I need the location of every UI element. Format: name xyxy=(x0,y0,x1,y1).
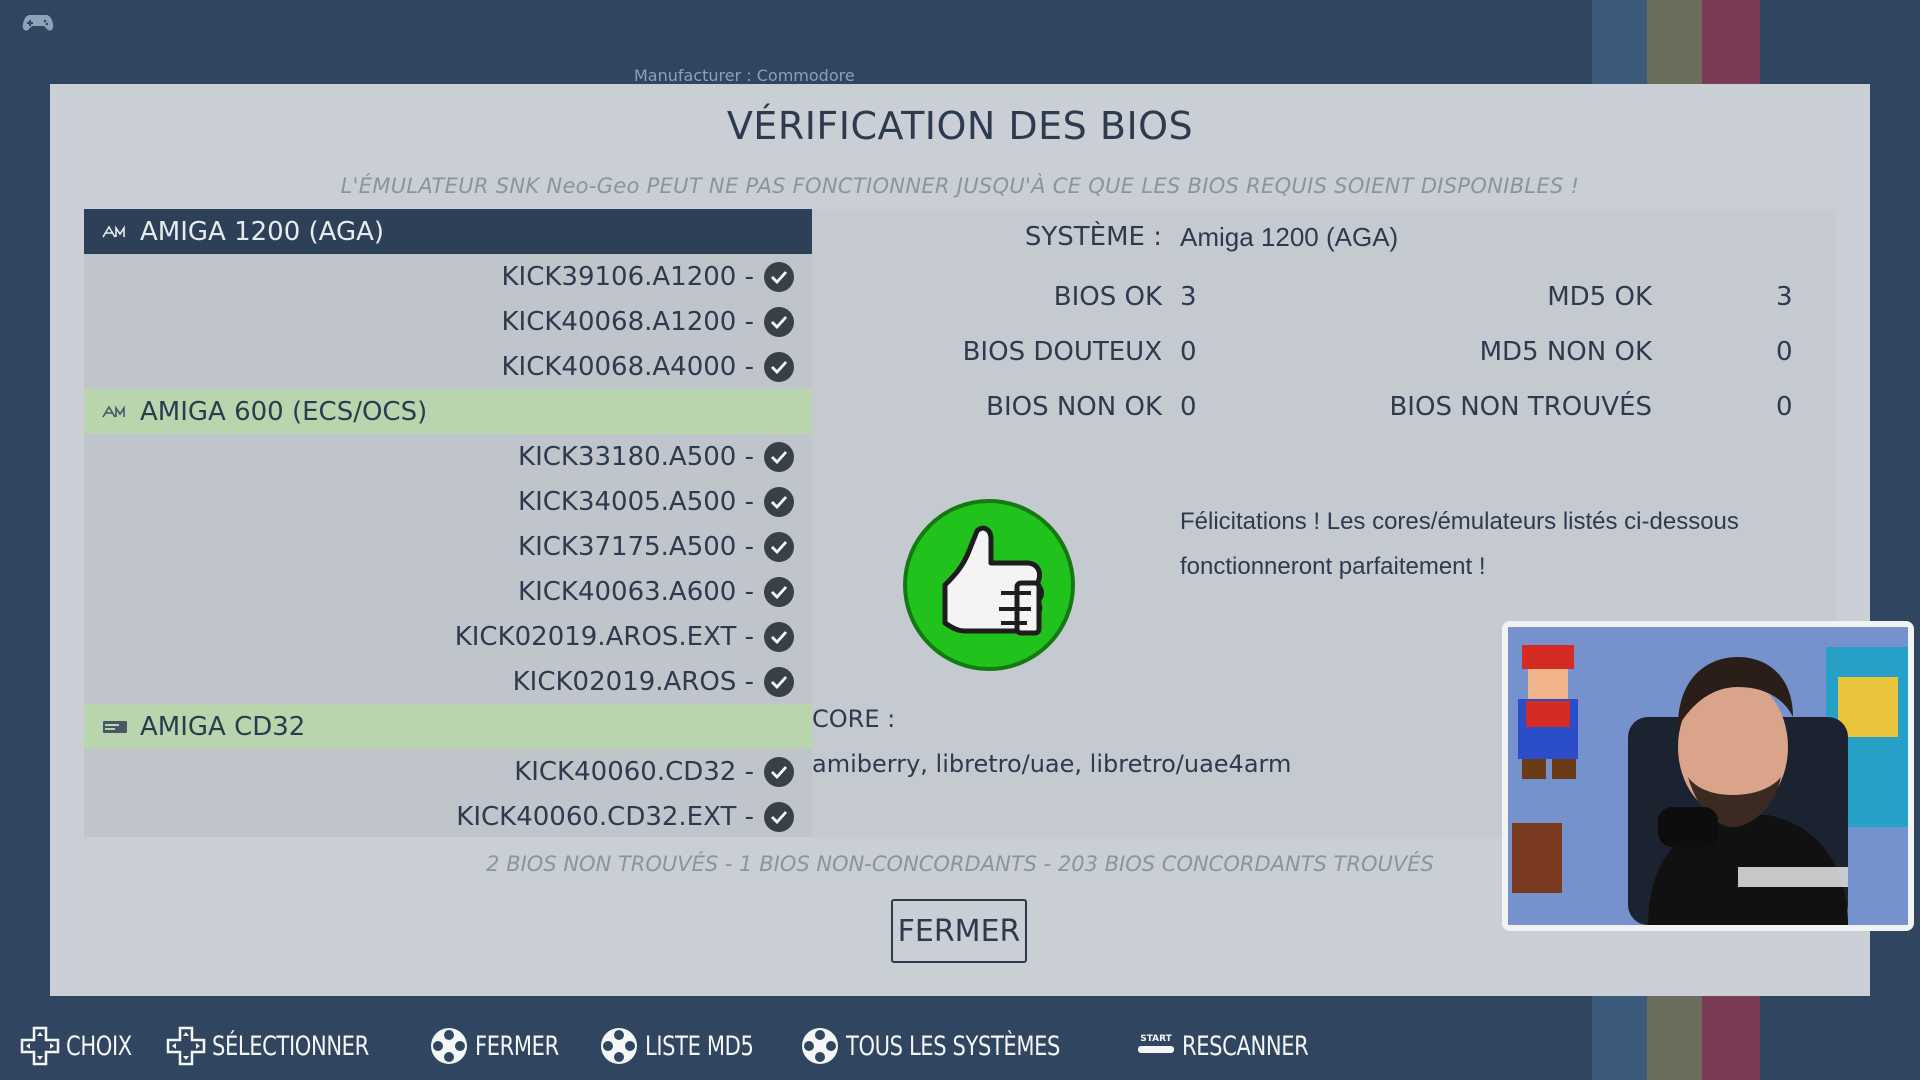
md5-ok-label: MD5 OK xyxy=(1547,282,1652,312)
congrats-line: fonctionneront parfaitement ! xyxy=(1180,553,1486,580)
system-header-amiga-cd32[interactable]: AMIGA CD32 xyxy=(84,704,812,749)
core-value: amiberry, libretro/uae, libretro/uae4arm xyxy=(812,750,1292,778)
system-header-amiga-1200[interactable]: AMIGA 1200 (AGA) xyxy=(84,209,812,254)
bios-row[interactable]: KICK37175.A500 - xyxy=(84,524,812,569)
md5-ok-value: 3 xyxy=(1776,282,1793,312)
congrats-line: Félicitations ! Les cores/émulateurs lis… xyxy=(1180,508,1739,535)
bios-row[interactable]: KICK33180.A500 - xyxy=(84,434,812,479)
help-bar: CHOIX SÉLECTIONNER FERMER LISTE MD5 TOUS… xyxy=(20,1024,1360,1068)
check-icon xyxy=(764,486,794,517)
check-icon xyxy=(764,801,794,832)
help-label: FERMER xyxy=(475,1030,560,1062)
md5-non-ok-value: 0 xyxy=(1776,337,1793,367)
bios-name: KICK40060.CD32.EXT - xyxy=(456,801,754,832)
congrats-message: Félicitations ! Les cores/émulateurs lis… xyxy=(1180,499,1780,589)
help-item-rescanner: START RESCANNER xyxy=(1136,1026,1344,1066)
bios-row[interactable]: KICK02019.AROS.EXT - xyxy=(84,614,812,659)
help-label: CHOIX xyxy=(66,1030,132,1062)
help-item-selectionner: SÉLECTIONNER xyxy=(166,1026,413,1066)
help-label: SÉLECTIONNER xyxy=(212,1030,370,1062)
system-name: AMIGA 1200 (AGA) xyxy=(140,216,385,247)
system-list[interactable]: AMIGA 1200 (AGA) KICK39106.A1200 - KICK4… xyxy=(84,209,812,837)
help-item-fermer: FERMER xyxy=(429,1026,582,1066)
start-icon: START xyxy=(1138,1034,1175,1053)
check-icon xyxy=(764,351,794,382)
close-button[interactable]: FERMER xyxy=(891,899,1027,963)
check-icon xyxy=(764,531,794,562)
system-name: AMIGA 600 (ECS/OCS) xyxy=(140,396,428,427)
md5-non-ok-label: MD5 NON OK xyxy=(1479,337,1652,367)
check-icon xyxy=(764,621,794,652)
bios-row[interactable]: KICK39106.A1200 - xyxy=(84,254,812,299)
help-item-liste-md5: LISTE MD5 xyxy=(599,1026,784,1066)
core-label: CORE : xyxy=(812,705,896,733)
bios-row[interactable]: KICK40068.A4000 - xyxy=(84,344,812,389)
check-icon xyxy=(764,756,794,787)
cd32-console-icon xyxy=(103,720,127,733)
bios-non-trouves-value: 0 xyxy=(1776,392,1793,422)
bios-row[interactable]: KICK40060.CD32 - xyxy=(84,749,812,794)
webcam-overlay xyxy=(1502,621,1914,931)
bios-name: KICK02019.AROS - xyxy=(512,666,754,697)
bios-non-trouves-label: BIOS NON TROUVÉS xyxy=(1389,392,1652,422)
help-item-choix: CHOIX xyxy=(20,1026,150,1066)
streamer-image xyxy=(1508,627,1908,925)
buttons-icon xyxy=(431,1028,468,1064)
help-label: TOUS LES SYSTÈMES xyxy=(845,1030,1060,1062)
dialog-warning: L'ÉMULATEUR SNK Neo-Geo PEUT NE PAS FONC… xyxy=(340,174,1580,198)
bios-name: KICK40060.CD32 - xyxy=(514,756,754,787)
bios-ok-value: 3 xyxy=(1180,282,1197,312)
bios-douteux-label: BIOS DOUTEUX xyxy=(962,337,1162,367)
bios-name: KICK40068.A1200 - xyxy=(501,306,755,337)
help-label: LISTE MD5 xyxy=(644,1030,754,1062)
bios-non-ok-label: BIOS NON OK xyxy=(986,392,1162,422)
check-icon xyxy=(764,576,794,607)
amiga-icon xyxy=(102,404,125,417)
check-icon xyxy=(764,261,794,292)
bios-row[interactable]: KICK40063.A600 - xyxy=(84,569,812,614)
system-header-amiga-600[interactable]: AMIGA 600 (ECS/OCS) xyxy=(84,389,812,434)
check-icon xyxy=(764,666,794,697)
bios-ok-label: BIOS OK xyxy=(1053,282,1162,312)
gamepad-icon xyxy=(22,15,54,31)
bios-row[interactable]: KICK40060.CD32.EXT - xyxy=(84,794,812,839)
system-label: SYSTÈME : xyxy=(1024,222,1162,252)
dpad-icon xyxy=(20,1026,60,1066)
buttons-icon xyxy=(600,1028,637,1064)
start-icon-text: START xyxy=(1141,1034,1173,1044)
thumbs-up-icon xyxy=(903,499,1075,671)
bios-name: KICK37175.A500 - xyxy=(518,531,754,562)
background-manufacturer-text: Manufacturer : Commodore xyxy=(634,66,855,85)
bios-name: KICK02019.AROS.EXT - xyxy=(454,621,754,652)
bios-row[interactable]: KICK40068.A1200 - xyxy=(84,299,812,344)
check-icon xyxy=(764,306,794,337)
bios-name: KICK34005.A500 - xyxy=(518,486,754,517)
bios-name: KICK33180.A500 - xyxy=(518,441,754,472)
check-icon xyxy=(764,441,794,472)
bios-name: KICK40068.A4000 - xyxy=(501,351,755,382)
help-item-tous-les-systemes: TOUS LES SYSTÈMES xyxy=(800,1026,1120,1066)
amiga-icon xyxy=(102,224,125,237)
bios-row[interactable]: KICK02019.AROS - xyxy=(84,659,812,704)
bios-non-ok-value: 0 xyxy=(1180,392,1197,422)
help-label: RESCANNER xyxy=(1182,1030,1309,1062)
buttons-icon xyxy=(801,1028,838,1064)
bios-name: KICK40063.A600 - xyxy=(518,576,754,607)
dialog-title: VÉRIFICATION DES BIOS xyxy=(726,104,1194,148)
system-value: Amiga 1200 (AGA) xyxy=(1180,222,1399,252)
dpad-icon xyxy=(167,1026,206,1066)
system-name: AMIGA CD32 xyxy=(140,711,306,742)
bios-row[interactable]: KICK34005.A500 - xyxy=(84,479,812,524)
bios-name: KICK39106.A1200 - xyxy=(501,261,755,292)
bios-douteux-value: 0 xyxy=(1180,337,1197,367)
